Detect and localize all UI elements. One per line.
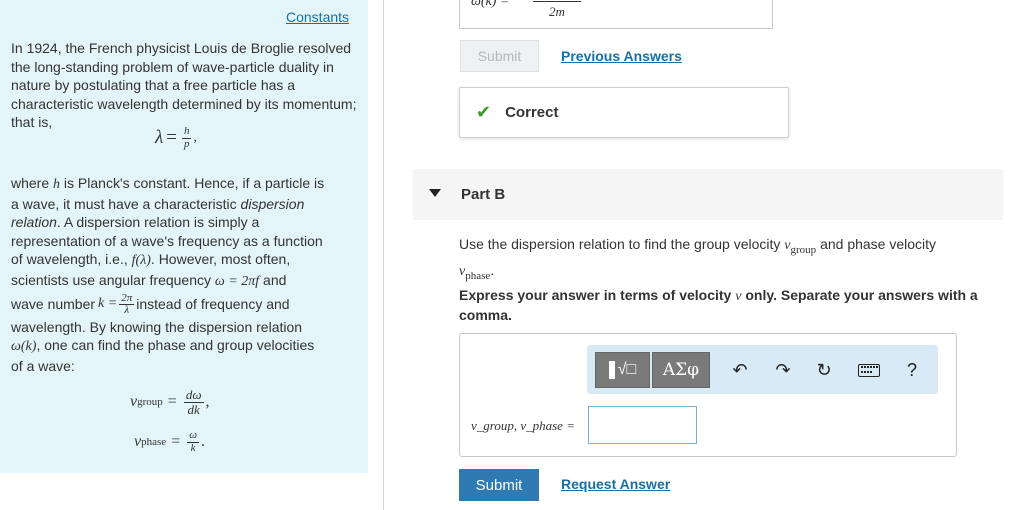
h-over-p-fraction: h p (181, 125, 192, 150)
sqrt-icon: √□ (617, 361, 637, 378)
caret-down-icon[interactable] (429, 189, 441, 197)
dispersion-paragraph: where h is Planck's constant. Hence, if … (11, 174, 361, 375)
de-broglie-equation: λ = h p , (155, 125, 197, 150)
k-equation: k = (98, 296, 118, 312)
w-over-k-fraction: ω k (187, 429, 199, 454)
text: scientists use angular frequency (11, 271, 215, 288)
text: wave number (11, 296, 96, 313)
fraction-denominator: k (190, 441, 196, 454)
text: instead of frequency and (136, 296, 290, 313)
text: . (490, 261, 495, 278)
h-symbol: h (53, 177, 61, 192)
templates-button[interactable]: √□ (595, 352, 650, 388)
previous-answers-link[interactable]: Previous Answers (561, 48, 682, 64)
previous-answer-denominator: 2m (549, 4, 565, 19)
trailing-comma: , (193, 130, 197, 146)
text: where (11, 175, 54, 191)
italic-term: relation (11, 214, 57, 231)
submit-button-disabled: Submit (460, 40, 539, 72)
phase-velocity-equation: v phase = ω k . (134, 429, 205, 454)
intro-paragraph: In 1924, the French physicist Louis de B… (11, 40, 357, 131)
omega-equation: ω = 2πf (214, 273, 260, 289)
request-answer-link[interactable]: Request Answer (561, 476, 670, 492)
v-symbol: v (130, 393, 138, 411)
text: representation of a wave's frequency as … (11, 232, 323, 249)
submit-button[interactable]: Submit (459, 469, 539, 501)
text: and phase velocity (816, 236, 937, 252)
text: a wave, it must have a characteristic (11, 195, 241, 212)
fraction-numerator: dω (183, 387, 204, 403)
equals-sign: = (171, 433, 181, 451)
redo-icon[interactable]: ↷ (770, 356, 796, 384)
text: wavelength. By knowing the dispersion re… (11, 318, 303, 335)
subscript: group (137, 396, 163, 409)
keyboard-icon[interactable] (856, 356, 882, 384)
italic-term: dispersion (240, 195, 305, 212)
reset-icon[interactable]: ↻ (811, 356, 837, 384)
trailing-comma: , (205, 393, 210, 411)
correct-feedback-box: ✔ Correct (459, 87, 789, 138)
template-block-icon (608, 361, 615, 379)
part-b-instructions: Use the dispersion relation to find the … (459, 234, 1004, 286)
subscript: phase (141, 436, 167, 449)
lambda-symbol: λ (155, 127, 164, 149)
correct-status-text: Correct (505, 104, 559, 121)
v-symbol: v (134, 433, 142, 451)
text: . However, most often, (150, 251, 291, 268)
greek-symbols-button[interactable]: ΑΣφ (652, 352, 710, 388)
fraction-numerator: ω (187, 429, 199, 443)
fraction-numerator: h (181, 125, 192, 139)
text: , one can find the phase and group veloc… (36, 337, 315, 354)
answer-label: v_group, v_phase = (471, 418, 575, 433)
text: . A dispersion relation is simply a (56, 214, 260, 231)
checkmark-icon: ✔ (476, 102, 492, 122)
keyboard-glyph (858, 363, 880, 377)
subscript: group (790, 243, 817, 256)
text: Use the dispersion relation to find the … (459, 236, 785, 252)
fraction-bar (533, 1, 581, 2)
trailing-period: . (200, 433, 205, 451)
group-velocity-equation: v group = dω dk , (130, 388, 210, 416)
part-b-title: Part B (461, 186, 506, 203)
text: is Planck's constant. Hence, if a partic… (60, 175, 325, 191)
undo-icon[interactable]: ↶ (727, 356, 753, 384)
help-icon[interactable]: ? (899, 356, 925, 384)
constants-link[interactable]: Constants (286, 9, 349, 25)
column-divider (383, 0, 384, 510)
fraction-denominator: p (183, 137, 190, 150)
dw-dk-fraction: dω dk (183, 387, 204, 417)
answer-input[interactable] (588, 406, 697, 444)
text: of wavelength, i.e., (11, 251, 132, 268)
text: of a wave: (11, 357, 75, 374)
two-pi-over-lambda-fraction: 2π λ (119, 292, 135, 317)
answer-format-instructions: Express your answer in terms of velocity… (459, 286, 1004, 324)
subscript: phase (465, 269, 491, 282)
part-b-header[interactable]: Part B (413, 169, 1003, 220)
equals-sign: = (167, 393, 177, 411)
equals-sign: = (166, 127, 177, 149)
f-lambda-math: f(λ) (131, 253, 151, 269)
fraction-denominator: dk (187, 401, 200, 417)
text: and (259, 271, 287, 288)
problem-intro-panel: Constants In 1924, the French physicist … (0, 0, 368, 473)
text: Express your answer in terms of velocity (459, 287, 736, 303)
previous-answer-formula: ω(k) = (471, 0, 510, 9)
omega-k-math: ω(k) (11, 339, 37, 355)
fraction-denominator: λ (124, 304, 130, 317)
